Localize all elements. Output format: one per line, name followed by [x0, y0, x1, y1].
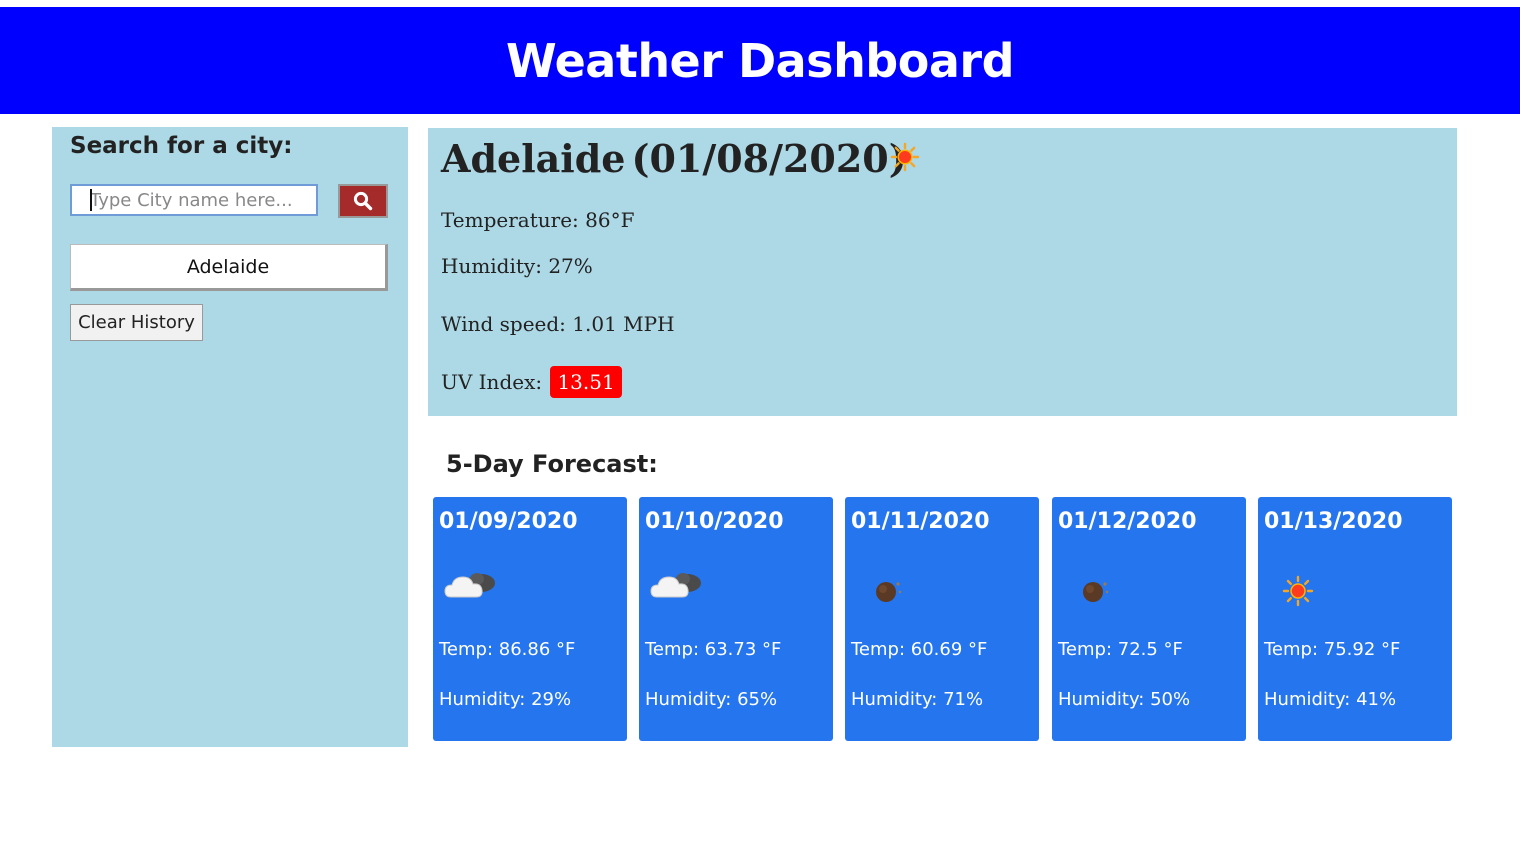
moon-icon — [1083, 582, 1109, 602]
moon-icon — [876, 582, 902, 602]
forecast-card: 01/10/2020 Temp: 63.73 °F Humidity: 65% — [639, 497, 833, 741]
forecast-temp: Temp: 63.73 °F — [645, 639, 782, 660]
current-humidity: Humidity: 27% — [441, 254, 593, 278]
forecast-humidity: Humidity: 50% — [1058, 689, 1191, 710]
current-city-heading: Adelaide (01/08/2020) — [441, 136, 907, 181]
page-header: Weather Dashboard — [0, 7, 1520, 114]
current-uv-row: UV Index: 13.51 — [441, 366, 622, 398]
forecast-date: 01/10/2020 — [645, 509, 784, 534]
forecast-date: 01/13/2020 — [1264, 509, 1403, 534]
forecast-temp: Temp: 86.86 °F — [439, 639, 576, 660]
forecast-humidity: Humidity: 41% — [1264, 689, 1397, 710]
current-temperature: Temperature: 86°F — [441, 208, 635, 232]
top-strip — [0, 0, 1520, 7]
current-date: (01/08/2020) — [631, 136, 907, 181]
forecast-card: 01/11/2020 Temp: 60.69 °F Humidity: 71% — [845, 497, 1039, 741]
partly-cloudy-night-icon — [650, 573, 701, 598]
current-wind-speed: Wind speed: 1.01 MPH — [441, 312, 675, 336]
current-city-name: Adelaide — [441, 136, 626, 181]
clear-history-button[interactable]: Clear History — [70, 304, 203, 341]
text-cursor — [90, 189, 92, 211]
search-button[interactable] — [338, 184, 388, 218]
search-sidebar: Search for a city: Adelaide Clear Histor… — [52, 127, 408, 747]
city-search-input[interactable] — [70, 184, 318, 216]
search-title: Search for a city: — [70, 133, 293, 159]
forecast-date: 01/09/2020 — [439, 509, 578, 534]
uv-index-badge: 13.51 — [550, 366, 622, 398]
current-weather-panel: Adelaide (01/08/2020) Temperature: 86°F H… — [428, 128, 1457, 416]
uv-label: UV Index: — [441, 370, 543, 394]
forecast-date: 01/11/2020 — [851, 509, 990, 534]
forecast-temp: Temp: 60.69 °F — [851, 639, 988, 660]
history-item-adelaide[interactable]: Adelaide — [70, 244, 388, 291]
forecast-card: 01/09/2020 Temp: 86.86 °F Humidity: 29% — [433, 497, 627, 741]
page-title: Weather Dashboard — [505, 33, 1015, 88]
forecast-temp: Temp: 75.92 °F — [1264, 639, 1401, 660]
forecast-card: 01/12/2020 Temp: 72.5 °F Humidity: 50% — [1052, 497, 1246, 741]
forecast-title: 5-Day Forecast: — [446, 450, 658, 478]
sun-icon — [890, 142, 920, 172]
partly-cloudy-night-icon — [444, 573, 495, 598]
sun-icon — [1282, 575, 1314, 607]
search-icon — [353, 191, 373, 211]
forecast-date: 01/12/2020 — [1058, 509, 1197, 534]
forecast-humidity: Humidity: 29% — [439, 689, 572, 710]
forecast-card: 01/13/2020 Temp: 75.92 °F Humidity: 41% — [1258, 497, 1452, 741]
forecast-humidity: Humidity: 71% — [851, 689, 984, 710]
forecast-humidity: Humidity: 65% — [645, 689, 778, 710]
forecast-temp: Temp: 72.5 °F — [1058, 639, 1183, 660]
